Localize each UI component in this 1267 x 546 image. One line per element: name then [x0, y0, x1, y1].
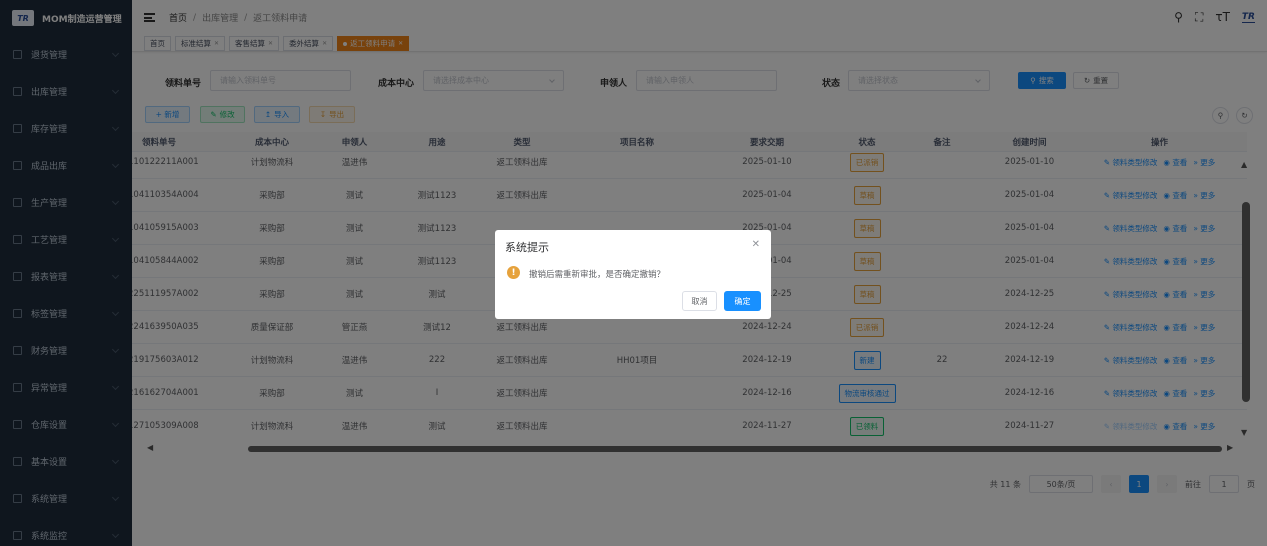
dialog-title: 系统提示	[505, 241, 549, 254]
close-icon[interactable]: ✕	[752, 239, 760, 250]
cancel-button[interactable]: 取消	[682, 291, 717, 311]
dialog-message: 撤销后需重新审批，是否确定撤销？	[529, 270, 666, 280]
confirm-button[interactable]: 确定	[724, 291, 761, 311]
app-root: TR MOM制造运营管理 退货管理出库管理库存管理成品出库生产管理工艺管理报表管…	[0, 0, 1267, 546]
confirm-dialog: 系统提示 ✕ ! 撤销后需重新审批，是否确定撤销？ 取消 确定	[495, 230, 771, 319]
warning-icon: !	[507, 266, 520, 279]
